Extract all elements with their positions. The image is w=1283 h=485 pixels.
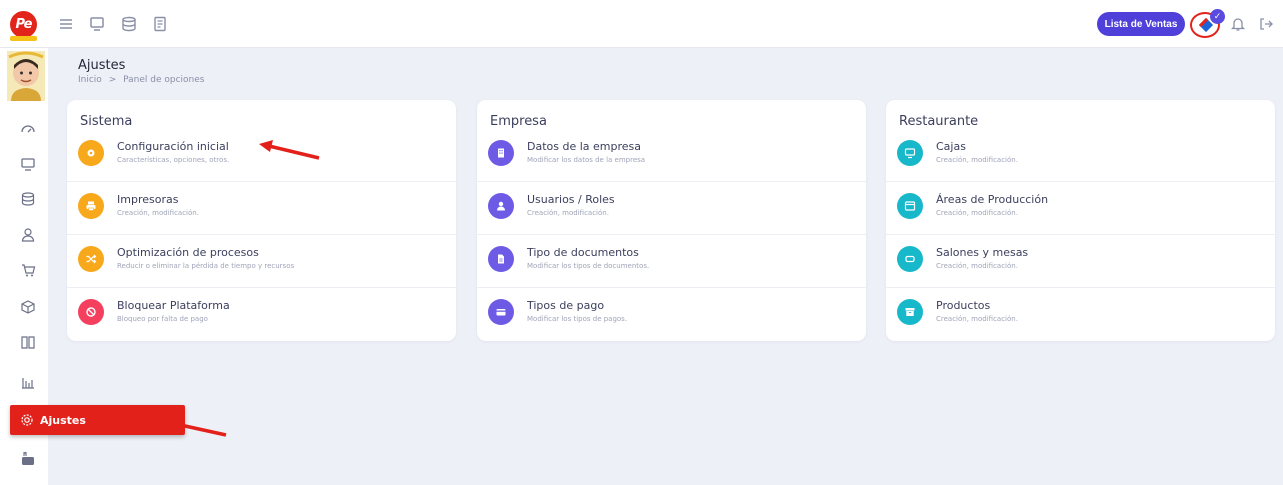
option-salones-mesas[interactable]: Salones y mesas Creación, modificación. [886,235,1275,288]
option-bloquear-plataforma[interactable]: Bloquear Plataforma Bloqueo por falta de… [67,288,456,341]
option-title: Optimización de procesos [117,246,259,259]
database-icon[interactable] [20,191,36,207]
option-title: Usuarios / Roles [527,193,615,206]
app-logo[interactable]: Pe [10,11,37,41]
block-icon [78,299,104,325]
card-empresa: Empresa Datos de la empresa Modificar lo… [477,100,866,341]
option-title: Impresoras [117,193,179,206]
dashboard-icon[interactable] [20,121,36,137]
youtube-icon[interactable] [20,450,36,466]
top-bar: Pe Lista de Ventas ✓ [0,0,1283,48]
option-subtitle: Creación, modificación. [936,209,1018,217]
option-title: Áreas de Producción [936,193,1049,206]
monitor-icon[interactable] [88,15,106,33]
logout-icon[interactable] [1257,15,1275,33]
user-icon[interactable] [20,227,36,243]
option-title: Productos [936,299,991,312]
breadcrumb-separator: > [108,75,117,85]
option-areas-produccion[interactable]: Áreas de Producción Creación, modificaci… [886,182,1275,235]
user-icon [488,193,514,219]
shuffle-icon [78,246,104,272]
annotation-arrow-icon [259,140,320,160]
check-badge-icon: ✓ [1210,9,1225,24]
database-icon[interactable] [120,15,138,33]
book-icon[interactable] [20,334,36,350]
page-title: Ajustes [78,58,126,73]
option-subtitle: Modificar los tipos de documentos. [527,262,650,270]
option-cajas[interactable]: Cajas Creación, modificación. [886,129,1275,182]
notes-icon[interactable] [151,15,169,33]
option-productos[interactable]: Productos Creación, modificación. [886,288,1275,341]
document-icon [488,246,514,272]
option-datos-empresa[interactable]: Datos de la empresa Modificar los datos … [477,129,866,182]
option-subtitle: Creación, modificación. [117,209,199,217]
option-title: Configuración inicial [117,140,229,153]
printer-icon [78,193,104,219]
monitor-icon [897,140,923,166]
annotation-arrow-icon [164,417,227,437]
window-icon [897,193,923,219]
option-title: Datos de la empresa [527,140,642,153]
option-usuarios-roles[interactable]: Usuarios / Roles Creación, modificación. [477,182,866,235]
menu-icon[interactable] [57,15,75,33]
option-title: Tipos de pago [527,299,605,312]
chart-bars-icon[interactable] [20,374,36,390]
archive-icon [897,299,923,325]
option-impresoras[interactable]: Impresoras Creación, modificación. [67,182,456,235]
credit-card-icon [488,299,514,325]
option-subtitle: Modificar los datos de la empresa [527,156,646,164]
option-title: Tipo de documentos [527,246,639,259]
option-title: Cajas [936,140,966,153]
option-subtitle: Reducir o eliminar la pérdida de tiempo … [117,262,295,270]
option-tipos-pago[interactable]: Tipos de pago Modificar los tipos de pag… [477,288,866,341]
option-subtitle: Características, opciones, otros. [117,156,230,164]
card-restaurante: Restaurante Cajas Creación, modificación… [886,100,1275,341]
gear-icon [21,414,33,426]
option-subtitle: Creación, modificación. [527,209,609,217]
breadcrumb: Inicio > Panel de opciones [78,75,204,85]
sales-list-button[interactable]: Lista de Ventas [1097,12,1185,36]
breadcrumb-home[interactable]: Inicio [78,75,102,85]
card-title: Restaurante [899,114,979,129]
option-tipo-documentos[interactable]: Tipo de documentos Modificar los tipos d… [477,235,866,288]
card-title: Sistema [80,114,133,129]
option-subtitle: Bloqueo por falta de pago [117,315,208,323]
table-icon [897,246,923,272]
card-sistema: Sistema Configuración inicial Caracterís… [67,100,456,341]
option-subtitle: Creación, modificación. [936,262,1018,270]
card-title: Empresa [490,114,547,129]
breadcrumb-current: Panel de opciones [123,75,205,85]
option-title: Bloquear Plataforma [117,299,230,312]
option-subtitle: Creación, modificación. [936,315,1018,323]
option-optimizacion-procesos[interactable]: Optimización de procesos Reducir o elimi… [67,235,456,288]
box-icon[interactable] [20,299,36,315]
monitor-icon[interactable] [20,156,36,172]
option-subtitle: Creación, modificación. [936,156,1018,164]
cart-icon[interactable] [20,262,36,278]
bell-icon[interactable] [1229,15,1247,33]
sidebar-item-label: Ajustes [40,413,86,427]
avatar[interactable] [7,51,45,101]
option-title: Salones y mesas [936,246,1029,259]
building-icon [488,140,514,166]
sidebar-item-ajustes[interactable]: Ajustes [10,405,185,435]
gear-icon [78,140,104,166]
option-subtitle: Modificar los tipos de pagos. [527,315,628,323]
